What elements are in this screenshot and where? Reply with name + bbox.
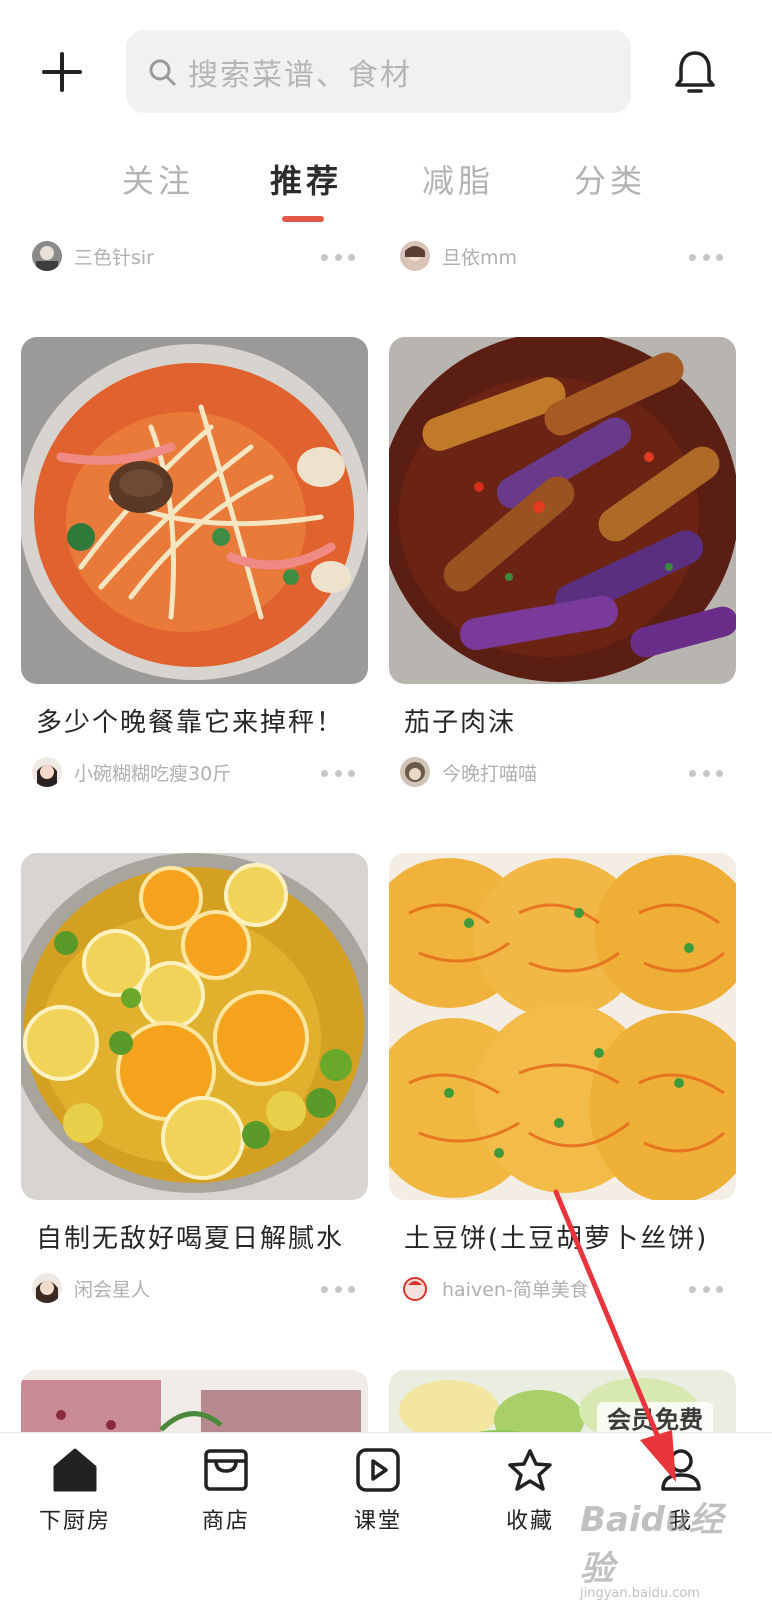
author-name: 三色针sir — [74, 246, 154, 269]
search-icon — [149, 59, 176, 85]
author-name: 今晚打喵喵 — [442, 762, 538, 785]
nav-label: 收藏 — [505, 1509, 554, 1534]
author-name: 小碗糊糊吃瘦30斤 — [74, 762, 232, 785]
top-bar: 搜索菜谱、食材 — [0, 0, 772, 140]
recipe-image[interactable] — [389, 853, 736, 1200]
more-options-button[interactable] — [321, 254, 355, 262]
more-options-button[interactable] — [689, 1286, 723, 1294]
nav-store[interactable]: 商店 — [171, 1447, 281, 1557]
recipe-image[interactable] — [21, 337, 368, 684]
home-icon — [53, 1448, 97, 1492]
author-row[interactable]: 三色针sir — [32, 234, 154, 278]
author-row[interactable]: 小碗糊糊吃瘦30斤 — [32, 750, 231, 794]
play-icon — [356, 1448, 400, 1492]
avatar — [32, 757, 62, 787]
tab-fat-loss[interactable]: 减脂 — [422, 156, 494, 202]
more-options-button[interactable] — [689, 770, 723, 778]
author-name: 闲会星人 — [74, 1278, 151, 1301]
category-tabs: 关注 推荐 减脂 分类 — [0, 150, 772, 230]
avatar — [400, 1273, 430, 1303]
avatar — [400, 757, 430, 787]
more-options-button[interactable] — [689, 254, 723, 262]
active-tab-indicator — [282, 216, 324, 222]
star-icon — [508, 1449, 552, 1491]
recipe-feed[interactable]: 三色针sir 旦依mm 多少个晚餐靠它来掉秤！ 小碗糊糊吃瘦30斤 茄子肉沫 今… — [0, 232, 772, 1432]
author-row[interactable]: 今晚打喵喵 — [400, 750, 537, 794]
watermark-url: jingyan.baidu.com — [580, 1586, 700, 1600]
search-placeholder: 搜索菜谱、食材 — [188, 57, 412, 93]
more-options-button[interactable] — [321, 770, 355, 778]
store-icon — [204, 1449, 248, 1491]
user-icon — [661, 1449, 701, 1491]
recipe-title[interactable]: 多少个晚餐靠它来掉秤！ — [36, 702, 344, 739]
notification-button[interactable] — [672, 48, 718, 96]
avatar — [32, 241, 62, 271]
nav-classroom[interactable]: 课堂 — [323, 1447, 433, 1557]
recipe-image[interactable] — [21, 1370, 368, 1432]
plus-icon — [42, 52, 82, 92]
nav-home[interactable]: 下厨房 — [20, 1447, 130, 1557]
search-input[interactable]: 搜索菜谱、食材 — [126, 30, 631, 113]
nav-label: 下厨房 — [38, 1509, 111, 1534]
author-name: 旦依mm — [442, 246, 518, 269]
watermark-brand: Baidu经验 — [580, 1500, 724, 1589]
nav-favorites[interactable]: 收藏 — [475, 1447, 585, 1557]
bell-icon — [675, 51, 715, 93]
author-row[interactable]: 旦依mm — [400, 234, 517, 278]
add-button[interactable] — [40, 50, 84, 94]
avatar — [400, 241, 430, 271]
author-row[interactable]: haiven-简单美食 — [400, 1266, 589, 1310]
nav-label: 课堂 — [353, 1509, 402, 1534]
author-name: haiven-简单美食 — [442, 1278, 589, 1301]
recipe-title[interactable]: 自制无敌好喝夏日解腻水 — [36, 1218, 344, 1255]
tab-follow[interactable]: 关注 — [122, 156, 194, 202]
recipe-image[interactable] — [21, 853, 368, 1200]
avatar — [32, 1273, 62, 1303]
tab-categories[interactable]: 分类 — [574, 156, 646, 202]
tab-recommend[interactable]: 推荐 — [270, 156, 342, 202]
recipe-image[interactable] — [389, 337, 736, 684]
author-row[interactable]: 闲会星人 — [32, 1266, 150, 1310]
nav-label: 商店 — [201, 1509, 250, 1534]
recipe-title[interactable]: 茄子肉沫 — [404, 702, 516, 739]
recipe-title[interactable]: 土豆饼(土豆胡萝卜丝饼) — [404, 1218, 708, 1255]
more-options-button[interactable] — [321, 1286, 355, 1294]
baidu-watermark: Baidu经验 jingyan.baidu.com — [580, 1492, 740, 1600]
